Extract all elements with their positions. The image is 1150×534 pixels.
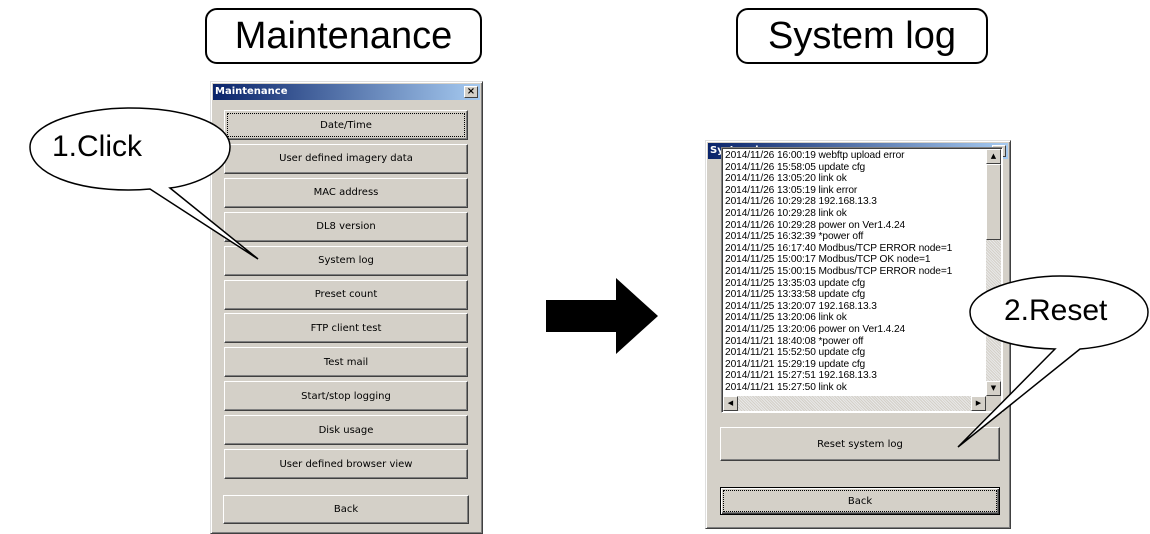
click-callout-text: 1.Click: [52, 130, 143, 163]
reset-callout-text: 2.Reset: [1004, 294, 1108, 327]
callout-bubbles: [29, 107, 1149, 448]
